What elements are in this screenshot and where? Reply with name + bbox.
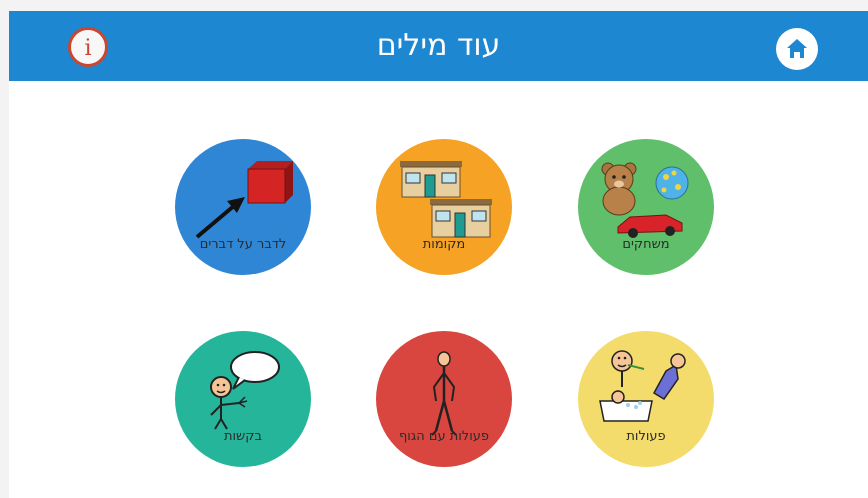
tile-label: לדבר על דברים [199,237,287,252]
header-bar: עוד מילים i [9,11,868,81]
home-button[interactable] [776,28,818,70]
tile-body-actions[interactable]: פעולות עם הגוף [376,331,512,467]
tile-requests[interactable]: בקשות [175,331,311,467]
info-icon-glyph: i [84,36,91,61]
tile-talk-about-things[interactable]: לדבר על דברים [175,139,311,275]
arrow-box-icon [195,161,293,239]
app-frame: עוד מילים i לדבר על דברים מקומות משחקים … [9,11,868,498]
tile-label: משחקים [622,237,670,252]
tile-label: פעולות עם הגוף [398,429,489,444]
body-figure-icon [431,351,457,436]
page-title: עוד מילים [376,28,501,63]
actions-icon [599,350,686,422]
houses-icon [400,161,492,238]
tile-label: בקשות [223,429,263,444]
info-icon: i [84,36,91,61]
info-button[interactable]: i [68,27,108,67]
tile-places[interactable]: מקומות [376,139,512,275]
tile-label: מקומות [422,237,466,252]
tile-games[interactable]: משחקים [578,139,714,275]
tile-actions[interactable]: פעולות [578,331,714,467]
tile-label: פעולות [626,429,666,444]
home-icon [787,39,807,58]
toys-icon [601,162,689,238]
speech-person-icon [210,351,280,430]
